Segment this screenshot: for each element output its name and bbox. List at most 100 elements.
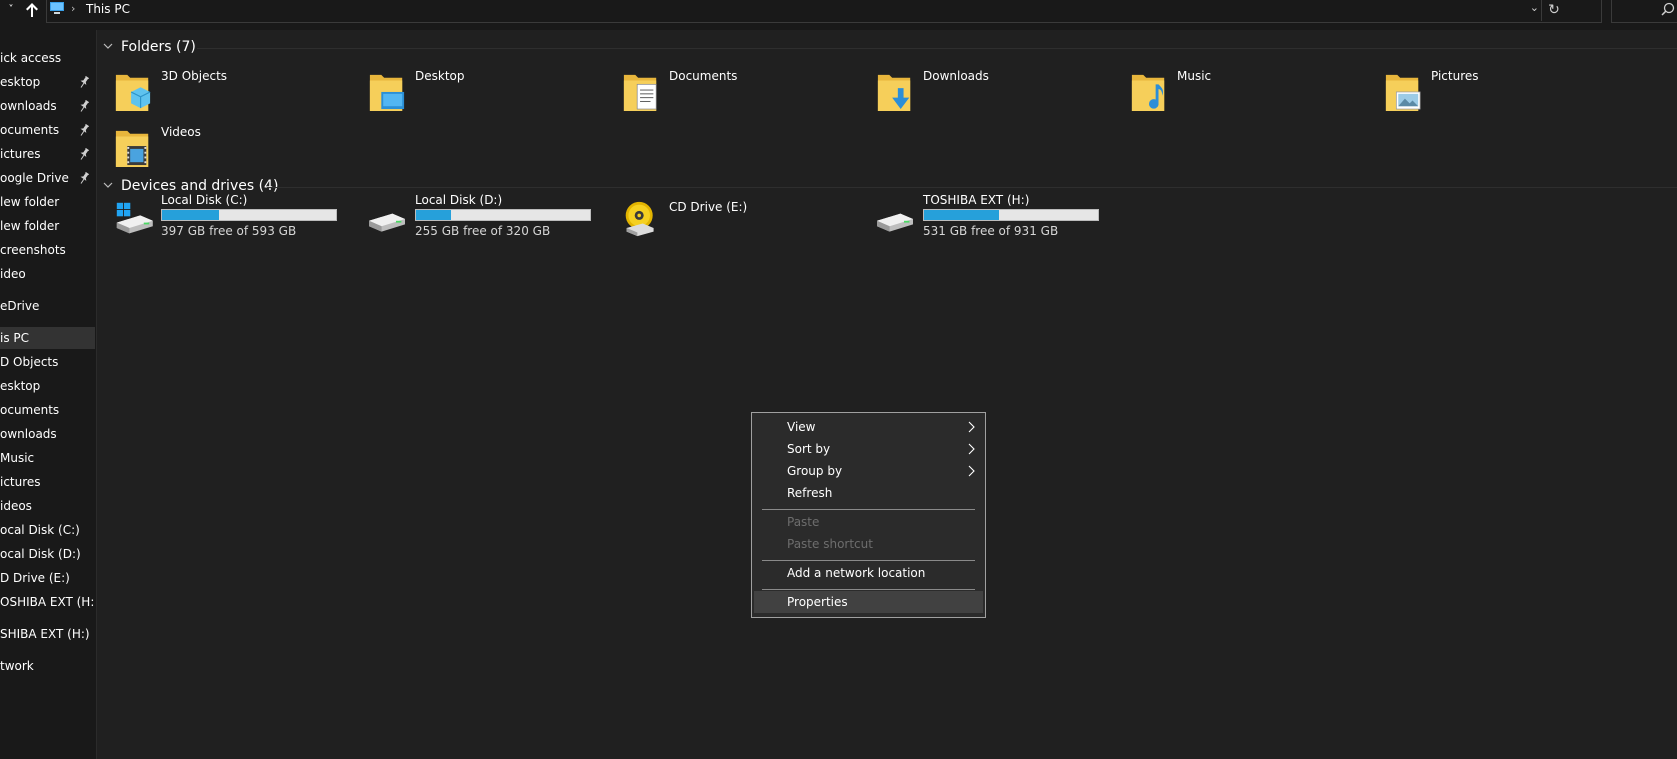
drive-item[interactable]: Local Disk (C:) 397 GB free of 593 GB <box>97 193 342 243</box>
sidebar-item[interactable]: OSHIBA EXT (H:) <box>0 591 95 613</box>
sidebar-item-label: ownloads <box>0 99 57 113</box>
drive-usage-bar <box>415 209 591 221</box>
documents-folder-icon <box>623 74 657 111</box>
drive-usage-fill <box>416 210 451 220</box>
sidebar-item[interactable]: eDrive <box>0 295 95 317</box>
sidebar-item-label: Music <box>0 451 35 465</box>
drive-name: Local Disk (D:) <box>415 193 503 207</box>
folder-item[interactable]: Pictures <box>1367 63 1607 115</box>
sidebar-item-label: D Drive (E:) <box>0 571 70 585</box>
address-bar[interactable]: › This PC ⌄ ↻ <box>46 0 1602 23</box>
drive-usage-fill <box>162 210 220 220</box>
menu-item-group-by[interactable]: Group by <box>754 460 983 482</box>
menu-item-properties[interactable]: Properties <box>754 591 983 613</box>
refresh-icon[interactable]: ↻ <box>1541 0 1566 21</box>
up-arrow-icon[interactable] <box>22 0 42 22</box>
chevron-down-icon[interactable] <box>103 180 113 190</box>
folder-name: Videos <box>161 125 201 139</box>
sidebar-item[interactable]: ocuments <box>0 399 95 421</box>
sidebar-item[interactable]: is PC <box>0 327 95 349</box>
sidebar-item[interactable]: ownloads <box>0 95 95 117</box>
sidebar-item[interactable]: twork <box>0 655 95 677</box>
folder-name: Documents <box>669 69 738 83</box>
chevron-right-icon <box>968 465 975 477</box>
drive-item[interactable]: CD Drive (E:) <box>605 193 850 243</box>
menu-item-paste: Paste <box>754 511 983 533</box>
navigation-pane: ick access esktop ownloads ocuments ictures o… <box>0 30 97 759</box>
sidebar-item[interactable]: ideo <box>0 263 95 285</box>
sidebar-item[interactable]: esktop <box>0 71 95 93</box>
address-toolbar: ˅ › This PC ⌄ ↻ <box>0 0 1677 30</box>
folder-item[interactable]: Music <box>1113 63 1353 115</box>
sidebar-item[interactable]: ownloads <box>0 423 95 445</box>
pin-icon <box>80 124 89 136</box>
menu-item-label: Group by <box>787 464 843 478</box>
sidebar-item-label: creenshots <box>0 243 66 257</box>
music-folder-icon <box>1131 74 1165 111</box>
sidebar-item[interactable]: lew folder <box>0 215 95 237</box>
sidebar-item-label: ick access <box>0 51 62 65</box>
search-box[interactable] <box>1611 0 1677 23</box>
sidebar-item[interactable]: ick access <box>0 47 95 69</box>
menu-separator <box>762 589 975 590</box>
menu-item-label: Sort by <box>787 442 831 456</box>
menu-item-label: Paste shortcut <box>787 537 873 551</box>
sidebar-item[interactable]: D Drive (E:) <box>0 567 95 589</box>
sidebar-item[interactable]: Music <box>0 447 95 469</box>
downloads-folder-icon <box>877 74 911 111</box>
menu-item-paste-shortcut: Paste shortcut <box>754 533 983 555</box>
sidebar-item[interactable]: ideos <box>0 495 95 517</box>
folders-group-header[interactable]: Folders (7) <box>97 38 1677 60</box>
folder-item[interactable]: Desktop <box>351 63 591 115</box>
pin-icon <box>80 76 89 88</box>
folder-name: Pictures <box>1431 69 1479 83</box>
folder-name: Desktop <box>415 69 465 83</box>
pin-icon <box>80 172 89 184</box>
search-icon[interactable] <box>1661 2 1675 16</box>
folder-item[interactable]: Videos <box>97 119 337 171</box>
menu-item-view[interactable]: View <box>754 416 983 438</box>
drive-item[interactable]: Local Disk (D:) 255 GB free of 320 GB <box>351 193 596 243</box>
chevron-down-icon[interactable] <box>103 41 113 51</box>
windows-drive-icon <box>116 202 153 234</box>
menu-item-add-network-location[interactable]: Add a network location <box>754 562 983 584</box>
menu-item-label: Add a network location <box>787 566 926 580</box>
menu-item-sort-by[interactable]: Sort by <box>754 438 983 460</box>
sidebar-item[interactable]: lew folder <box>0 191 95 213</box>
sidebar-item[interactable]: D Objects <box>0 351 95 373</box>
sidebar-item[interactable]: ictures <box>0 471 95 493</box>
drive-name: CD Drive (E:) <box>669 200 748 214</box>
3d-objects-folder-icon <box>115 74 151 111</box>
chevron-right-icon <box>968 443 975 455</box>
pictures-folder-icon <box>1385 74 1421 111</box>
sidebar-item[interactable]: oogle Drive <box>0 167 95 189</box>
drive-usage-bar <box>161 209 337 221</box>
menu-item-label: Refresh <box>787 486 833 500</box>
sidebar-item[interactable]: ocal Disk (D:) <box>0 543 95 565</box>
folder-item[interactable]: 3D Objects <box>97 63 337 115</box>
menu-separator <box>762 560 975 561</box>
sidebar-item-label: ocuments <box>0 403 60 417</box>
folders-group-title: Folders (7) <box>121 39 196 55</box>
content-pane[interactable]: Folders (7) 3D Objects Desktop Documents Do… <box>97 30 1677 759</box>
group-divider <box>197 48 1677 49</box>
drive-item[interactable]: TOSHIBA EXT (H:) 531 GB free of 931 GB <box>859 193 1104 243</box>
sidebar-item[interactable]: ocuments <box>0 119 95 141</box>
folder-item[interactable]: Documents <box>605 63 845 115</box>
sidebar-item-label: SHIBA EXT (H:) <box>0 627 90 641</box>
desktop-folder-icon <box>369 74 405 111</box>
sidebar-item[interactable]: ocal Disk (C:) <box>0 519 95 541</box>
folder-item[interactable]: Downloads <box>859 63 1099 115</box>
sidebar-item[interactable]: creenshots <box>0 239 95 261</box>
address-dropdown-icon[interactable]: ⌄ <box>1530 1 1539 14</box>
sidebar-item[interactable]: esktop <box>0 375 95 397</box>
recent-locations-chevron-icon[interactable]: ˅ <box>2 0 20 22</box>
drive-usage-bar <box>923 209 1099 221</box>
sidebar-item[interactable]: ictures <box>0 143 95 165</box>
sidebar-item[interactable]: SHIBA EXT (H:) <box>0 623 95 645</box>
folder-name: Music <box>1177 69 1212 83</box>
menu-item-refresh[interactable]: Refresh <box>754 482 983 504</box>
drive-free-space: 531 GB free of 931 GB <box>923 224 1059 238</box>
sidebar-item-label: lew folder <box>0 219 60 233</box>
breadcrumb-this-pc[interactable]: This PC <box>86 2 130 16</box>
